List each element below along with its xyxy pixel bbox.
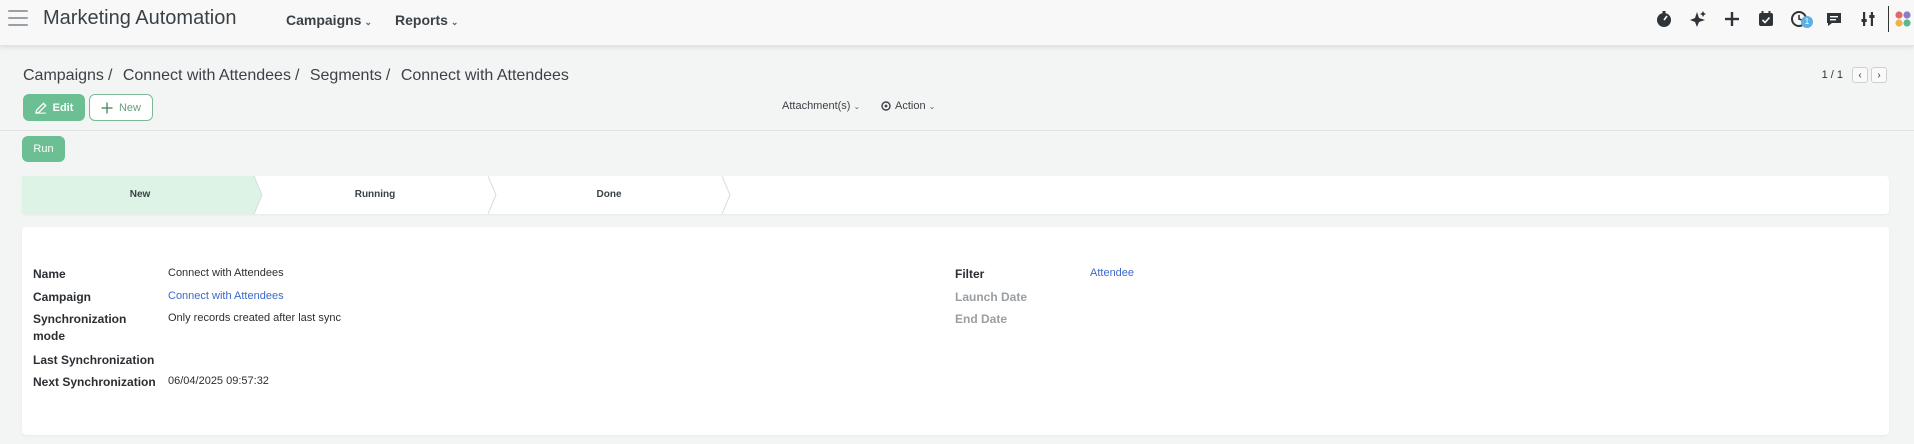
run-button-label: Run	[33, 143, 54, 155]
nav-menu-campaigns[interactable]: Campaigns ⌄	[286, 12, 372, 28]
field-label-sync-mode: Synchronization mode	[33, 312, 127, 343]
systray-divider	[1888, 6, 1889, 32]
field-value-next-sync[interactable]: 06/04/2025 09:57:32	[168, 373, 269, 390]
top-navbar: Marketing Automation Campaigns ⌄ Reports ⌄…	[0, 0, 1914, 46]
stage-running[interactable]: Running	[258, 176, 492, 214]
new-button-label: New	[118, 101, 141, 114]
breadcrumb-item-campaigns[interactable]: Campaigns	[23, 67, 104, 84]
breadcrumb-separator: /	[294, 67, 300, 84]
pager-value[interactable]: 1 / 1	[1822, 69, 1843, 81]
stage-new[interactable]: New	[22, 176, 258, 214]
gear-icon	[881, 101, 891, 111]
nav-menu-campaigns-label: Campaigns	[286, 12, 362, 28]
messages-icon[interactable]	[1817, 2, 1851, 36]
chevron-down-icon: ⌄	[364, 17, 373, 27]
field-value-campaign-link[interactable]: Connect with Attendees	[168, 288, 284, 305]
chevron-down-icon: ⌄	[853, 101, 861, 111]
chevron-down-icon: ⌄	[450, 17, 459, 27]
control-panel-divider	[0, 130, 1914, 131]
chevron-right-icon: ›	[1877, 69, 1881, 81]
chevron-down-icon: ⌄	[928, 101, 936, 111]
nav-menu-reports[interactable]: Reports ⌄	[395, 12, 458, 28]
field-label-campaign: Campaign	[33, 290, 92, 304]
field-value-filter-link[interactable]: Attendee	[1090, 265, 1134, 282]
activity-clock-icon[interactable]: 1	[1783, 2, 1817, 36]
menu-toggle-icon[interactable]	[8, 10, 28, 26]
field-label-end-date: End Date	[955, 312, 1008, 326]
breadcrumb-separator: /	[385, 67, 391, 84]
sparkle-ai-icon[interactable]	[1681, 2, 1715, 36]
field-value-sync-mode[interactable]: Only records created after last sync	[168, 310, 341, 327]
pencil-icon	[34, 101, 47, 114]
field-label-filter: Filter	[955, 267, 985, 281]
status-bar: New Running Done	[22, 176, 1889, 214]
breadcrumb-separator: /	[107, 67, 113, 84]
record-pager: 1 / 1 ‹ ›	[1822, 67, 1887, 83]
new-button[interactable]: New	[89, 94, 153, 121]
stage-new-label: New	[129, 189, 151, 200]
field-label-launch-date: Launch Date	[955, 290, 1028, 304]
calendar-check-icon[interactable]	[1749, 2, 1783, 36]
run-button[interactable]: Run	[22, 136, 65, 162]
action-dropdown[interactable]: Action ⌄	[880, 100, 935, 112]
systray: 1	[1647, 0, 1914, 38]
attachments-dropdown[interactable]: Attachment(s) ⌄	[782, 100, 860, 112]
breadcrumb-current: Connect with Attendees	[400, 67, 569, 84]
stage-done-label: Done	[596, 189, 622, 200]
debug-tools-icon[interactable]	[1851, 2, 1885, 36]
plus-icon	[101, 102, 113, 113]
field-label-name: Name	[33, 267, 66, 281]
breadcrumb-item-campaign[interactable]: Connect with Attendees	[123, 67, 291, 84]
form-sheet: Name Connect with Attendees Campaign Con…	[22, 227, 1889, 435]
field-label-last-sync: Last Synchronization	[33, 353, 155, 367]
chevron-left-icon: ‹	[1858, 69, 1862, 81]
timer-icon[interactable]	[1647, 2, 1681, 36]
plus-icon[interactable]	[1715, 2, 1749, 36]
edit-button[interactable]: Edit	[23, 94, 85, 121]
action-label: Action	[895, 100, 926, 112]
breadcrumb: Campaigns / Connect with Attendees / Segme…	[23, 67, 569, 85]
app-title: Marketing Automation	[43, 7, 237, 29]
edit-button-label: Edit	[52, 101, 74, 114]
attachments-label: Attachment(s)	[782, 100, 851, 112]
stage-done[interactable]: Done	[492, 176, 726, 214]
breadcrumb-item-segments[interactable]: Segments	[310, 67, 382, 84]
field-value-name[interactable]: Connect with Attendees	[168, 265, 284, 282]
field-label-next-sync: Next Synchronization	[33, 375, 156, 389]
company-switcher-icon[interactable]	[1892, 2, 1914, 36]
pager-previous-button[interactable]: ‹	[1852, 67, 1868, 83]
stage-running-label: Running	[354, 189, 396, 200]
pager-next-button[interactable]: ›	[1871, 67, 1887, 83]
activity-count-badge: 1	[1801, 16, 1813, 28]
nav-menu-reports-label: Reports	[395, 12, 448, 28]
